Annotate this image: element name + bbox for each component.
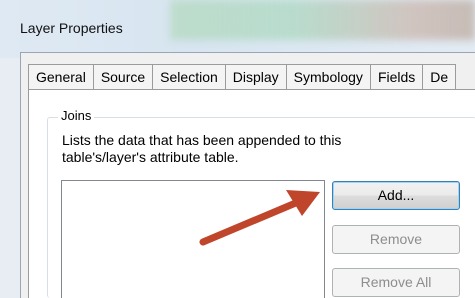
add-button[interactable]: Add... [332, 181, 460, 210]
pointer-arrow-icon [199, 190, 320, 246]
joins-description: Lists the data that has been appended to… [62, 132, 342, 165]
title-bar: Layer Properties [0, 0, 475, 58]
tab-selection[interactable]: Selection [152, 64, 225, 90]
remove-all-button[interactable]: Remove All [332, 268, 460, 297]
tab-fields[interactable]: Fields [369, 64, 423, 90]
window-title: Layer Properties [20, 20, 123, 36]
remove-button[interactable]: Remove [332, 225, 460, 254]
tab-source[interactable]: Source [92, 64, 153, 90]
tab-bar: General Source Selection Display Symbolo… [28, 64, 457, 90]
background-map-strip [170, 0, 475, 40]
tab-symbology[interactable]: Symbology [285, 64, 370, 90]
joins-group-label: Joins [58, 108, 95, 123]
tab-definition-query[interactable]: De [422, 64, 457, 90]
tab-display[interactable]: Display [224, 64, 286, 90]
tab-general[interactable]: General [28, 64, 93, 90]
